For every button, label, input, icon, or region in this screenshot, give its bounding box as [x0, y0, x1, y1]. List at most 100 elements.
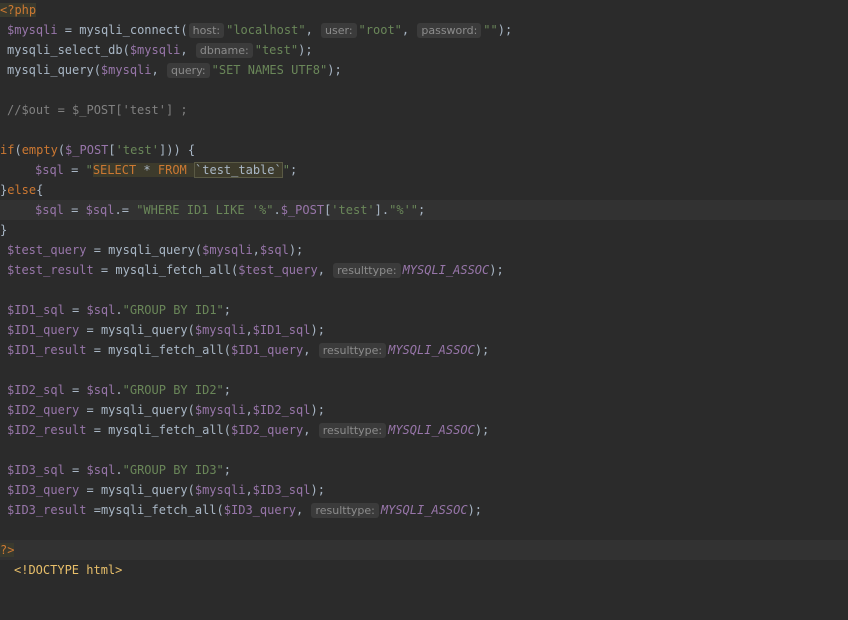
code-line-12[interactable]: } — [0, 220, 848, 240]
code-line-7[interactable] — [0, 120, 848, 140]
param-hint-user: user: — [321, 23, 357, 38]
operator: = — [79, 483, 101, 497]
variable: $_POST — [65, 143, 109, 157]
code-line-2[interactable]: $mysqli = mysqli_connect(host: "localhost… — [0, 20, 848, 40]
code-line-21[interactable]: $ID2_query = mysqli_query($mysqli,$ID2_s… — [0, 400, 848, 420]
variable: $ID1_query — [7, 323, 80, 337]
punctuation: ( — [14, 143, 22, 157]
string-literal: 'test' — [331, 203, 375, 217]
param-hint-password: password: — [417, 23, 482, 38]
punctuation: )) { — [166, 143, 196, 157]
code-line-14[interactable]: $test_result = mysqli_fetch_all($test_qu… — [0, 260, 848, 280]
string-literal: "SET NAMES UTF8" — [211, 63, 328, 77]
param-hint-dbname: dbname: — [195, 43, 253, 58]
variable: $ID3_query — [7, 483, 80, 497]
code-line-26[interactable]: $ID3_result =mysqli_fetch_all($ID3_query… — [0, 500, 848, 520]
variable: $ID1_sql — [7, 303, 65, 317]
operator: . — [115, 303, 123, 317]
sql-keyword-from: FROM — [157, 163, 187, 177]
variable: $ID2_sql — [7, 383, 65, 397]
code-line-11[interactable]: $sql = $sql.= "WHERE ID1 LIKE '%".$_POST… — [0, 200, 848, 220]
operator: = — [63, 203, 86, 217]
operator: = — [86, 423, 109, 437]
code-line-28[interactable]: ?> — [0, 540, 848, 560]
function-call: mysqli_query( — [108, 243, 203, 257]
code-line-18[interactable]: $ID1_result = mysqli_fetch_all($ID1_quer… — [0, 340, 848, 360]
code-line-10[interactable]: }else{ — [0, 180, 848, 200]
variable: $_POST — [280, 203, 325, 217]
sql-keyword-select: SELECT — [92, 163, 137, 177]
variable: $mysqli — [194, 403, 246, 417]
comma: , — [245, 323, 253, 337]
variable: $test_query — [238, 263, 318, 277]
code-line-3[interactable]: mysqli_select_db($mysqli, dbname: "test")… — [0, 40, 848, 60]
string-literal: "GROUP BY ID2" — [122, 383, 224, 397]
code-line-1[interactable]: <?php — [0, 0, 848, 20]
operator: = — [86, 243, 109, 257]
comma: , — [401, 23, 417, 37]
variable: $ID3_sql — [7, 463, 65, 477]
code-line-4[interactable]: mysqli_query($mysqli, query: "SET NAMES U… — [0, 60, 848, 80]
operator: . — [115, 383, 123, 397]
string-literal: "GROUP BY ID3" — [122, 463, 224, 477]
function-call: mysqli_query( — [100, 323, 195, 337]
punctuation: ); — [327, 63, 342, 77]
code-line-17[interactable]: $ID1_query = mysqli_query($mysqli,$ID1_s… — [0, 320, 848, 340]
comma: , — [180, 43, 195, 57]
code-line-25[interactable]: $ID3_query = mysqli_query($mysqli,$ID3_s… — [0, 480, 848, 500]
punctuation: ( — [57, 143, 66, 157]
string-literal: 'test' — [115, 143, 159, 157]
code-line-15[interactable] — [0, 280, 848, 300]
code-line-9[interactable]: $sql = "SELECT * FROM `test_table`"; — [0, 160, 848, 180]
code-line-13[interactable]: $test_query = mysqli_query($mysqli,$sql)… — [0, 240, 848, 260]
comma: , — [245, 483, 253, 497]
function-call: mysqli_query( — [7, 63, 101, 77]
comma: , — [305, 23, 321, 37]
variable: $ID2_result — [7, 423, 87, 437]
param-hint-resulttype: resulttype: — [318, 343, 387, 358]
string-literal: "" — [483, 23, 498, 37]
operator: = — [63, 163, 86, 177]
param-hint-resulttype: resulttype: — [311, 503, 379, 518]
operator: = — [79, 403, 101, 417]
operator: = — [64, 383, 87, 397]
punctuation: ); — [489, 263, 504, 277]
function-call: mysqli_connect( — [79, 23, 188, 37]
punctuation: ] — [374, 203, 382, 217]
constant: MYSQLI_ASSOC — [388, 343, 475, 357]
code-line-27[interactable] — [0, 520, 848, 540]
code-line-8[interactable]: if(empty($_POST['test'])) { — [0, 140, 848, 160]
code-line-16[interactable]: $ID1_sql = $sql."GROUP BY ID1"; — [0, 300, 848, 320]
code-line-29[interactable]: <!DOCTYPE html> — [0, 560, 848, 580]
punctuation: ; — [223, 383, 232, 397]
code-line-20[interactable]: $ID2_sql = $sql."GROUP BY ID2"; — [0, 380, 848, 400]
string-literal: "GROUP BY ID1" — [122, 303, 224, 317]
code-line-24[interactable]: $ID3_sql = $sql."GROUP BY ID3"; — [0, 460, 848, 480]
punctuation: ; — [223, 463, 232, 477]
punctuation: ); — [497, 23, 513, 37]
variable: $test_query — [7, 243, 87, 257]
function-call: mysqli_query( — [100, 483, 195, 497]
code-editor[interactable]: <?php $mysqli = mysqli_connect(host: "loc… — [0, 0, 848, 577]
variable: $sql — [86, 303, 116, 317]
comma: , — [303, 423, 318, 437]
constant: MYSQLI_ASSOC — [380, 503, 468, 517]
operator: . — [115, 463, 123, 477]
variable: $mysqli — [194, 483, 246, 497]
code-line-22[interactable]: $ID2_result = mysqli_fetch_all($ID2_quer… — [0, 420, 848, 440]
function-call: mysqli_fetch_all( — [108, 343, 231, 357]
variable: $sql — [35, 163, 64, 177]
operator: = — [93, 263, 116, 277]
variable: $ID1_sql — [252, 323, 311, 337]
html-doctype: <!DOCTYPE html> — [14, 563, 123, 577]
code-line-5[interactable] — [0, 80, 848, 100]
code-line-23[interactable] — [0, 440, 848, 460]
comma: , — [252, 243, 260, 257]
variable: $mysqli — [194, 323, 246, 337]
variable: $ID1_result — [7, 343, 87, 357]
code-line-19[interactable] — [0, 360, 848, 380]
code-line-6[interactable]: //$out = $_POST['test'] ; — [0, 100, 848, 120]
punctuation: ); — [298, 43, 313, 57]
operator: = — [64, 303, 87, 317]
variable: $ID2_query — [231, 423, 304, 437]
